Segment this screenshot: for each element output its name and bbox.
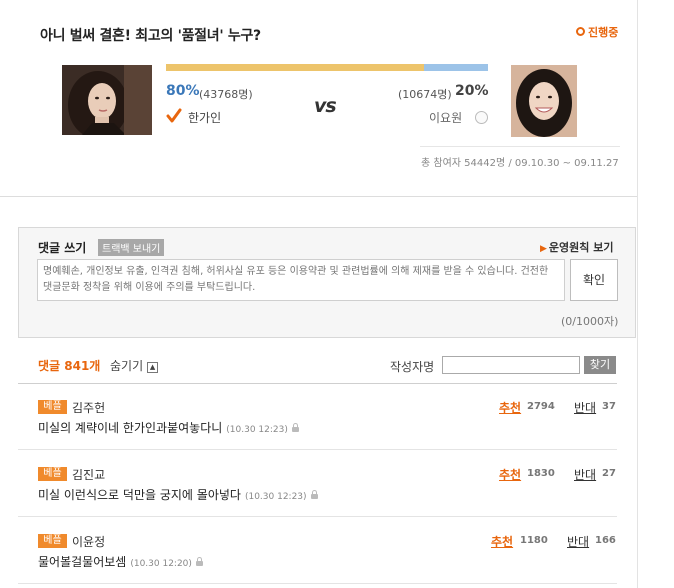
poll-title: 아니 벌써 결혼! 최고의 '품절녀' 누구?: [40, 28, 261, 44]
oppose-button[interactable]: 반대: [574, 399, 596, 416]
recommend-count: 1830: [527, 468, 555, 479]
comment-text: 미실 이런식으로 덕만을 궁지에 몰아넣다: [38, 488, 241, 502]
oppose-button[interactable]: 반대: [574, 466, 596, 483]
trackback-button[interactable]: 트랙백 보내기: [98, 239, 165, 256]
recommend-count: 1180: [520, 535, 548, 546]
comment-row: 베플 김주헌 미실의 계략이네 한가인과붙여놓다니 (10.30 12:23) 추…: [18, 384, 617, 450]
lock-icon: [195, 557, 203, 566]
oppose-count: 166: [595, 535, 616, 546]
left-percent: 80%: [166, 83, 200, 99]
candidate-right-photo[interactable]: [511, 65, 577, 137]
right-count: (10674명): [398, 88, 452, 101]
arrow-right-icon: ▶: [540, 244, 547, 254]
comment-text: 미실의 계략이네 한가인과붙여놓다니: [38, 421, 223, 435]
poll-meta-divider: [420, 146, 620, 147]
vote-bar-left-fill: [166, 64, 424, 71]
poll-status: 진행중: [576, 24, 618, 40]
comment-body: 미실의 계략이네 한가인과붙여놓다니 (10.30 12:23): [38, 419, 299, 436]
hide-toggle-label: 숨기기: [110, 359, 144, 373]
vs-label: vs: [314, 95, 337, 117]
comment-text: 물어볼걸물어보셈: [38, 555, 127, 569]
lock-icon: [310, 490, 318, 499]
row-divider: [18, 583, 617, 584]
best-badge: 베플: [38, 467, 67, 481]
recommend-button[interactable]: 추천: [499, 466, 521, 483]
search-button[interactable]: 찾기: [584, 356, 616, 374]
right-border-line: [637, 0, 638, 588]
comment-count: 댓글 841개: [38, 359, 101, 373]
oppose-count: 27: [602, 468, 616, 479]
recommend-count: 2794: [527, 401, 555, 412]
recommend-button[interactable]: 추천: [491, 533, 513, 550]
section-divider: [0, 196, 637, 197]
char-count: (0/1000자): [561, 315, 619, 328]
comment-row: 베플 이윤정 물어볼걸물어보셈 (10.30 12:20) 추천 1180 반대 …: [18, 518, 617, 584]
vote-bar: [166, 64, 488, 71]
collapse-icon: ▲: [147, 362, 159, 373]
comment-time: (10.30 12:20): [130, 559, 192, 569]
comment-author[interactable]: 김진교: [72, 466, 105, 483]
check-icon: [166, 108, 182, 128]
status-dot-icon: [576, 27, 585, 36]
author-search-label: 작성자명: [390, 360, 435, 374]
submit-button[interactable]: 확인: [570, 259, 618, 301]
recommend-button[interactable]: 추천: [499, 399, 521, 416]
rules-link[interactable]: ▶ 운영원칙 보기: [540, 239, 613, 255]
right-percent: 20%: [455, 83, 489, 99]
rules-link-label: 운영원칙 보기: [548, 241, 614, 254]
comment-row: 베플 김진교 미실 이런식으로 덕만을 궁지에 몰아넣다 (10.30 12:23…: [18, 451, 617, 517]
vote-radio-right[interactable]: [475, 111, 488, 124]
comment-form-title: 댓글 쓰기: [38, 241, 87, 255]
comment-author[interactable]: 이윤정: [72, 533, 105, 550]
left-count: (43768명): [199, 88, 253, 101]
best-badge: 베플: [38, 534, 67, 548]
comment-author[interactable]: 김주헌: [72, 399, 105, 416]
row-divider: [18, 516, 617, 517]
row-divider: [18, 449, 617, 450]
left-candidate-name[interactable]: 한가인: [188, 109, 221, 126]
comment-time: (10.30 12:23): [244, 492, 307, 502]
best-badge: 베플: [38, 400, 67, 414]
poll-status-label: 진행중: [588, 26, 619, 39]
comment-body: 물어볼걸물어보셈 (10.30 12:20): [38, 553, 203, 570]
comment-body: 미실 이런식으로 덕만을 궁지에 몰아넣다 (10.30 12:23): [38, 486, 318, 503]
lock-icon: [291, 423, 299, 432]
hide-toggle[interactable]: 숨기기 ▲: [110, 357, 159, 374]
comment-input[interactable]: [37, 259, 565, 301]
oppose-count: 37: [602, 401, 616, 412]
comment-time: (10.30 12:23): [226, 425, 288, 435]
author-search-input[interactable]: [442, 356, 580, 374]
oppose-button[interactable]: 반대: [567, 533, 589, 550]
poll-meta: 총 참여자 54442명 / 09.10.30 ~ 09.11.27: [421, 158, 619, 169]
candidate-left-photo[interactable]: [62, 65, 152, 135]
right-candidate-name[interactable]: 이요원: [429, 109, 462, 126]
